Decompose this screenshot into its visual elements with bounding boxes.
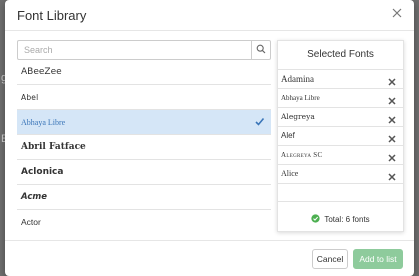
selected-font-name: Alegreya SC (281, 151, 323, 159)
selected-font-item: Alegreya SC (278, 146, 403, 165)
font-list-item[interactable]: Abril Fatface (17, 135, 271, 160)
selected-font-name: Alegreya (281, 112, 315, 121)
modal-header: Font Library (5, 0, 414, 31)
font-list-item[interactable]: Abel (17, 85, 271, 110)
modal-title: Font Library (17, 8, 87, 23)
font-name: ABeeZee (21, 67, 62, 77)
divider (278, 201, 403, 202)
selected-font-item: Alegreya (278, 108, 403, 127)
selected-font-item: Abhaya Libre (278, 89, 403, 108)
selected-font-item: Alef (278, 127, 403, 146)
font-name: Actor (21, 217, 41, 227)
modal-footer: Cancel Add to list (5, 240, 414, 276)
font-list-item[interactable]: Acme (17, 185, 271, 210)
remove-icon[interactable] (388, 94, 396, 105)
selected-fonts-title: Selected Fonts (278, 41, 403, 70)
selected-fonts-total: Total: 6 fonts (278, 214, 403, 225)
font-list[interactable]: ABeeZee Abel Abhaya Libre Abril Fatface … (17, 60, 271, 232)
search-button[interactable] (251, 41, 270, 59)
remove-icon[interactable] (388, 151, 396, 162)
search-icon (256, 41, 266, 59)
selected-font-name: Alice (281, 169, 299, 178)
check-icon (254, 116, 265, 129)
cancel-button[interactable]: Cancel (312, 249, 348, 269)
remove-icon[interactable] (388, 170, 396, 181)
selected-font-name: Alef (281, 131, 295, 140)
font-list-item[interactable]: Abhaya Libre (17, 110, 271, 135)
font-list-item[interactable]: Aclonica (17, 160, 271, 185)
remove-icon[interactable] (388, 132, 396, 143)
font-library-modal: Font Library ABeeZee Abel Abhaya Libre A… (5, 0, 414, 276)
add-to-list-button[interactable]: Add to list (353, 249, 403, 269)
font-name: Abhaya Libre (21, 117, 66, 127)
remove-icon[interactable] (388, 113, 396, 124)
font-name: Abril Fatface (21, 142, 86, 152)
search-input[interactable] (18, 41, 254, 59)
check-circle-icon (311, 214, 320, 225)
font-list-item[interactable]: Actor (17, 210, 271, 232)
selected-fonts-list: Adamina Abhaya Libre Alegreya Alef Alegr… (278, 70, 403, 184)
selected-font-name: Abhaya Libre (281, 94, 320, 102)
search-box (17, 40, 271, 60)
font-name: Abel (21, 92, 39, 102)
total-label: Total: 6 fonts (324, 215, 370, 224)
remove-icon[interactable] (388, 75, 396, 86)
selected-font-item: Adamina (278, 70, 403, 89)
selected-font-name: Adamina (281, 74, 314, 84)
font-name: Aclonica (21, 167, 64, 177)
font-list-item[interactable]: ABeeZee (17, 60, 271, 85)
selected-font-item: Alice (278, 165, 403, 184)
selected-fonts-panel: Selected Fonts Adamina Abhaya Libre Aleg… (277, 40, 404, 232)
font-name: Acme (21, 192, 47, 202)
close-icon[interactable] (390, 6, 404, 20)
